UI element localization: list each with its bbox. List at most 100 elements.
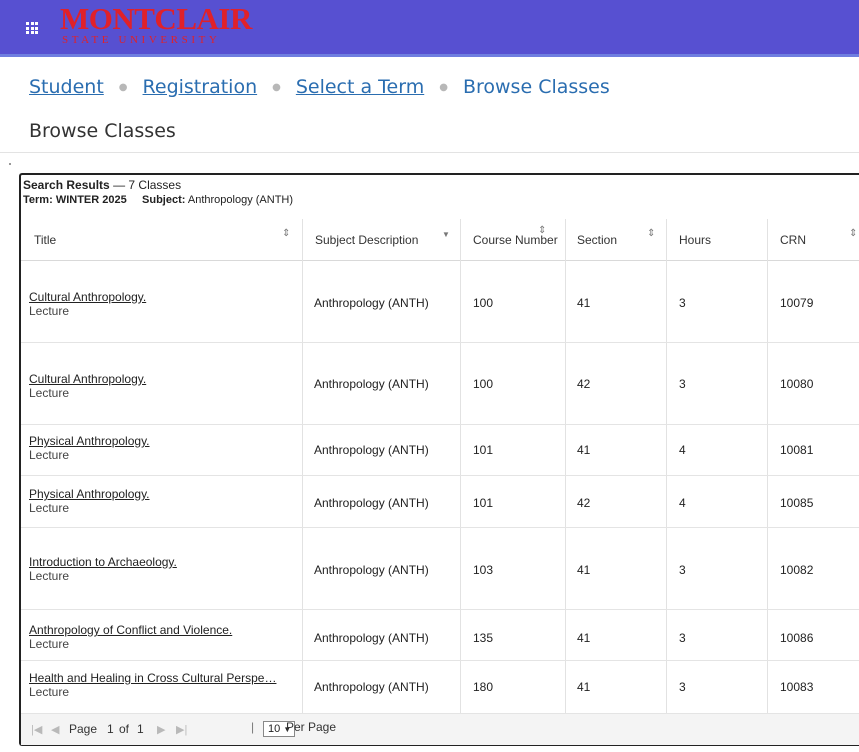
- section: 41: [577, 680, 591, 694]
- page-label: Page: [69, 722, 98, 736]
- column-header-subject[interactable]: Subject Description ▼: [302, 219, 460, 260]
- total-pages: 1: [137, 722, 144, 736]
- crn: 10080: [780, 377, 814, 391]
- column-header-hours[interactable]: Hours: [666, 219, 767, 260]
- course-number: 101: [473, 443, 494, 457]
- section: 41: [577, 631, 591, 645]
- breadcrumb-separator: ●: [272, 82, 281, 93]
- breadcrumb: Student ● Registration ● Select a Term ● Brows…: [29, 76, 610, 104]
- hours: 4: [679, 496, 686, 510]
- first-page-icon[interactable]: |◀: [31, 723, 42, 736]
- hours: 3: [679, 296, 686, 310]
- course-title-link[interactable]: Cultural Anthropology.: [29, 290, 146, 304]
- schedule-type: Lecture: [29, 685, 70, 699]
- column-header-crn[interactable]: CRN ⇕: [767, 219, 859, 260]
- course-number: 180: [473, 680, 494, 694]
- table-row[interactable]: Introduction to Archaeology. Lecture Ant…: [21, 528, 859, 610]
- course-number: 135: [473, 631, 494, 645]
- hours: 4: [679, 443, 686, 457]
- subject-value: Anthropology (ANTH): [187, 194, 294, 206]
- next-page-icon[interactable]: ▶: [157, 723, 165, 736]
- course-number: 100: [473, 377, 494, 391]
- schedule-type: Lecture: [29, 501, 70, 515]
- logo-subtitle: STATE UNIVERSITY: [62, 34, 221, 46]
- course-title-link[interactable]: Physical Anthropology.: [29, 487, 150, 501]
- column-label-crn: CRN: [780, 233, 806, 247]
- crn: 10085: [780, 496, 814, 510]
- hours: 3: [679, 631, 686, 645]
- breadcrumb-student[interactable]: Student: [29, 76, 104, 98]
- sort-icon[interactable]: ⇕: [282, 228, 290, 239]
- breadcrumb-select-term[interactable]: Select a Term: [296, 76, 424, 98]
- breadcrumb-current: Browse Classes: [462, 76, 610, 98]
- column-label-subject: Subject Description: [315, 233, 419, 247]
- pagination-bar: |◀ ◀ Page 1 of 1 ▶ ▶| | 10 ▼ Per Page: [21, 713, 859, 745]
- subject-description: Anthropology (ANTH): [314, 631, 429, 645]
- search-criteria: Term: WINTER 2025 Subject: Anthropology …: [23, 194, 293, 206]
- column-label-title: Title: [34, 233, 57, 247]
- schedule-type: Lecture: [29, 304, 70, 318]
- table-row[interactable]: Health and Healing in Cross Cultural Per…: [21, 661, 859, 713]
- hours: 3: [679, 377, 686, 391]
- prev-page-icon[interactable]: ◀: [51, 723, 59, 736]
- table-row[interactable]: Cultural Anthropology. Lecture Anthropol…: [21, 343, 859, 425]
- schedule-type: Lecture: [29, 637, 70, 651]
- breadcrumb-separator: ●: [439, 82, 448, 93]
- sort-icon[interactable]: ⇕: [849, 228, 857, 239]
- term-value: WINTER 2025: [55, 194, 127, 206]
- column-header-course-number[interactable]: Course Number ⇕: [460, 219, 565, 260]
- column-label-hours: Hours: [679, 233, 712, 247]
- per-page-label: Per Page: [286, 720, 337, 734]
- section: 41: [577, 563, 591, 577]
- tiny-mark: [9, 163, 11, 165]
- sort-icon[interactable]: ⇕: [647, 228, 655, 239]
- app-grid-icon[interactable]: [26, 22, 38, 34]
- page-title: Browse Classes: [29, 120, 176, 142]
- sort-desc-icon[interactable]: ▼: [442, 230, 450, 239]
- crn: 10081: [780, 443, 814, 457]
- breadcrumb-separator: ●: [118, 82, 128, 93]
- course-title-link[interactable]: Cultural Anthropology.: [29, 372, 146, 386]
- page-number[interactable]: 1: [107, 722, 114, 736]
- of-label: of: [119, 722, 130, 736]
- table-row[interactable]: Cultural Anthropology. Lecture Anthropol…: [21, 261, 859, 343]
- course-title-link[interactable]: Health and Healing in Cross Cultural Per…: [29, 671, 276, 685]
- crn: 10083: [780, 680, 814, 694]
- course-title-link[interactable]: Introduction to Archaeology.: [29, 555, 177, 569]
- section: 42: [577, 377, 591, 391]
- course-number: 103: [473, 563, 494, 577]
- header-divider: [0, 152, 859, 153]
- sort-icon[interactable]: ⇕: [538, 225, 546, 236]
- column-header-title[interactable]: Title ⇕: [21, 219, 302, 260]
- pager-divider: |: [251, 720, 255, 734]
- section: 41: [577, 443, 591, 457]
- hours: 3: [679, 680, 686, 694]
- schedule-type: Lecture: [29, 386, 70, 400]
- subject-description: Anthropology (ANTH): [314, 496, 429, 510]
- logo-title: MONTCLAIR: [60, 1, 252, 36]
- search-results-count: — 7 Classes: [113, 178, 182, 192]
- subject-label: Subject:: [142, 194, 186, 206]
- search-results-heading: Search Results — 7 Classes: [23, 178, 181, 192]
- schedule-type: Lecture: [29, 569, 70, 583]
- section: 42: [577, 496, 591, 510]
- subject-description: Anthropology (ANTH): [314, 443, 429, 457]
- table-row[interactable]: Physical Anthropology. Lecture Anthropol…: [21, 476, 859, 528]
- table-row[interactable]: Anthropology of Conflict and Violence. L…: [21, 610, 859, 661]
- search-results-label: Search Results: [23, 178, 110, 192]
- column-header-section[interactable]: Section ⇕: [565, 219, 666, 260]
- crn: 10082: [780, 563, 814, 577]
- course-title-link[interactable]: Physical Anthropology.: [29, 434, 150, 448]
- last-page-icon[interactable]: ▶|: [176, 723, 187, 736]
- table-header: Title ⇕ Subject Description ▼ Course Num…: [21, 219, 859, 261]
- crn: 10086: [780, 631, 814, 645]
- table-row[interactable]: Physical Anthropology. Lecture Anthropol…: [21, 425, 859, 476]
- schedule-type: Lecture: [29, 448, 70, 462]
- course-title-link[interactable]: Anthropology of Conflict and Violence.: [29, 623, 232, 637]
- breadcrumb-registration[interactable]: Registration: [143, 76, 258, 98]
- subject-description: Anthropology (ANTH): [314, 377, 429, 391]
- course-number: 100: [473, 296, 494, 310]
- per-page-value: 10: [268, 723, 281, 735]
- term-label: Term:: [23, 194, 53, 206]
- hours: 3: [679, 563, 686, 577]
